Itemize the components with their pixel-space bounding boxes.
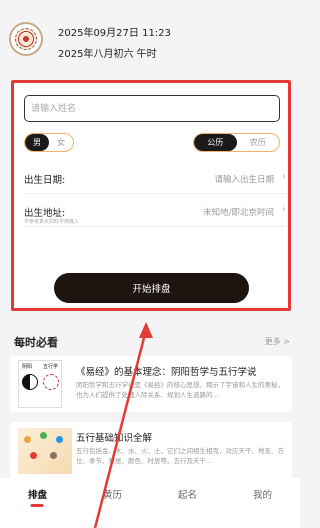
section-title: 每时必看 bbox=[14, 336, 58, 349]
element-dot bbox=[40, 432, 47, 439]
tab-naming[interactable]: 起名 bbox=[150, 478, 225, 528]
chevron-right-icon: › bbox=[282, 204, 286, 215]
tab-label: 起名 bbox=[177, 490, 197, 501]
tab-profile[interactable]: 我的 bbox=[225, 478, 300, 528]
gender-male-option[interactable]: 男 bbox=[25, 134, 49, 151]
bagua-logo-icon bbox=[9, 22, 43, 56]
gender-toggle: 男 女 bbox=[24, 133, 74, 152]
five-elements-thumbnail bbox=[18, 428, 72, 474]
article-title: 五行基础知识全解 bbox=[76, 433, 153, 444]
name-input[interactable] bbox=[24, 95, 280, 122]
solar-datetime: 2025年09月27日 11:23 bbox=[58, 28, 171, 39]
thumb-label: 阴阳 bbox=[22, 364, 33, 370]
gender-female-option[interactable]: 女 bbox=[49, 134, 73, 151]
element-dot bbox=[24, 436, 31, 443]
calendar-lunar-option[interactable]: 农历 bbox=[237, 134, 280, 151]
tab-label: 我的 bbox=[252, 490, 272, 501]
chevron-right-icon: › bbox=[282, 171, 286, 182]
article-card[interactable]: 阴阳 五行学 《易经》的基本理念：阴阳哲学与五行学说 阴阳哲学和五行学说是《易经… bbox=[10, 356, 292, 412]
birth-date-row[interactable]: 出生日期: 请输入出生日期 › bbox=[24, 164, 286, 194]
tab-label: 黄历 bbox=[102, 490, 122, 501]
birth-date-value: 请输入出生日期 bbox=[214, 175, 274, 185]
active-tab-indicator bbox=[30, 504, 44, 507]
thumb-label: 五行学 bbox=[43, 364, 59, 370]
tab-paipan[interactable]: 排盘 bbox=[0, 478, 75, 528]
birth-place-label: 出生地址: bbox=[24, 208, 66, 219]
start-chart-button[interactable]: 开始排盘 bbox=[54, 273, 249, 303]
birth-place-hint: 不参考真太阳时不用输入 bbox=[24, 219, 80, 225]
header: 2025年09月27日 11:23 2025年八月初六 午时 bbox=[0, 0, 300, 70]
birth-place-value: 未知地/即北京时间 bbox=[203, 208, 274, 218]
element-dot bbox=[30, 452, 37, 459]
bottom-tab-bar: 排盘 黄历 起名 我的 bbox=[0, 478, 300, 528]
yin-yang-icon bbox=[22, 374, 38, 390]
five-elements-icon bbox=[43, 374, 59, 390]
article-summary: 阴阳哲学和五行学说是《易经》的核心思想，揭示了宇宙和人生的奥秘，也为人们提供了处… bbox=[76, 381, 284, 399]
more-link[interactable]: 更多 > bbox=[265, 336, 290, 347]
tab-label: 排盘 bbox=[27, 490, 47, 501]
birth-info-form: 男 女 公历 农历 出生日期: 请输入出生日期 › 出生地址: 不参考真太阳时不… bbox=[11, 80, 291, 311]
tab-almanac[interactable]: 黄历 bbox=[75, 478, 150, 528]
lunar-datetime: 2025年八月初六 午时 bbox=[58, 49, 157, 60]
article-title: 《易经》的基本理念：阴阳哲学与五行学说 bbox=[76, 367, 257, 378]
element-dot bbox=[50, 452, 57, 459]
birth-place-row[interactable]: 出生地址: 不参考真太阳时不用输入 未知地/即北京时间 › bbox=[24, 197, 286, 227]
calendar-toggle: 公历 农历 bbox=[193, 133, 280, 152]
birth-date-label: 出生日期: bbox=[24, 175, 66, 186]
element-dot bbox=[56, 436, 63, 443]
calendar-solar-option[interactable]: 公历 bbox=[194, 134, 237, 151]
app-screen: 2025年09月27日 11:23 2025年八月初六 午时 男 女 公历 农历… bbox=[0, 0, 300, 528]
article-summary: 五行包括金、木、水、火、土，它们之间相生相克，对应天干、地支、方位、季节、味觉、… bbox=[76, 447, 284, 465]
yin-yang-thumbnail: 阴阳 五行学 bbox=[18, 360, 62, 408]
article-card[interactable]: 五行基础知识全解 五行包括金、木、水、火、土，它们之间相生相克，对应天干、地支、… bbox=[10, 422, 292, 478]
